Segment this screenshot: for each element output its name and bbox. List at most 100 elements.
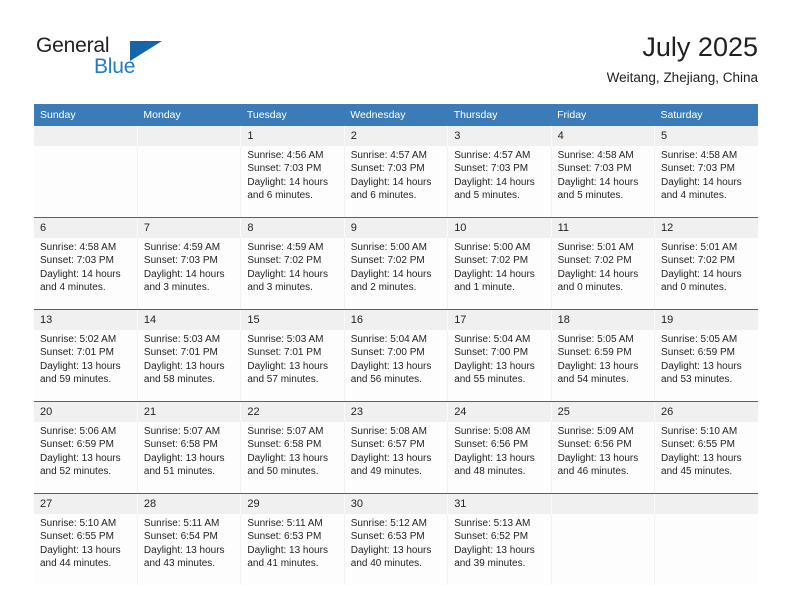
daylight-text-cont: and 57 minutes. — [247, 374, 319, 386]
weekday-header-friday: Friday — [551, 104, 655, 126]
day-cell[interactable]: Sunrise: 4:58 AM Sunset: 7:03 PM Dayligh… — [550, 146, 655, 217]
day-number[interactable]: 27 — [34, 494, 138, 514]
day-number[interactable]: 13 — [34, 310, 138, 330]
week-row-details: Sunrise: 5:02 AM Sunset: 7:01 PM Dayligh… — [34, 330, 758, 401]
day-cell[interactable]: Sunrise: 5:11 AM Sunset: 6:53 PM Dayligh… — [240, 514, 345, 585]
day-number[interactable]: 26 — [654, 402, 758, 422]
day-cell[interactable]: Sunrise: 5:12 AM Sunset: 6:53 PM Dayligh… — [343, 514, 448, 585]
day-number[interactable]: 17 — [447, 310, 552, 330]
day-number[interactable]: 22 — [240, 402, 345, 422]
day-cell[interactable]: Sunrise: 5:06 AM Sunset: 6:59 PM Dayligh… — [34, 422, 138, 493]
day-cell[interactable]: Sunrise: 5:03 AM Sunset: 7:01 PM Dayligh… — [240, 330, 345, 401]
day-number[interactable]: 10 — [447, 218, 552, 238]
day-cell[interactable] — [136, 146, 241, 217]
day-cell[interactable]: Sunrise: 5:00 AM Sunset: 7:02 PM Dayligh… — [343, 238, 448, 309]
sunrise-text: Sunrise: 5:09 AM — [557, 426, 634, 437]
day-number[interactable]: 18 — [550, 310, 655, 330]
day-number[interactable] — [34, 126, 138, 146]
day-number[interactable]: 6 — [34, 218, 138, 238]
day-cell[interactable]: Sunrise: 5:08 AM Sunset: 6:57 PM Dayligh… — [343, 422, 448, 493]
sunrise-text: Sunrise: 5:06 AM — [40, 426, 117, 437]
day-cell[interactable]: Sunrise: 5:09 AM Sunset: 6:56 PM Dayligh… — [550, 422, 655, 493]
day-cell[interactable]: Sunrise: 5:07 AM Sunset: 6:58 PM Dayligh… — [136, 422, 241, 493]
sunset-text: Sunset: 7:03 PM — [40, 255, 114, 267]
day-cell[interactable]: Sunrise: 5:05 AM Sunset: 6:59 PM Dayligh… — [550, 330, 655, 401]
sunset-text: Sunset: 7:02 PM — [557, 255, 632, 267]
day-cell[interactable]: Sunrise: 5:01 AM Sunset: 7:02 PM Dayligh… — [654, 238, 758, 309]
day-number[interactable]: 28 — [136, 494, 241, 514]
daylight-text: Daylight: 13 hours — [557, 452, 639, 464]
day-number[interactable]: 30 — [343, 494, 448, 514]
day-cell[interactable] — [654, 514, 758, 585]
day-number[interactable] — [654, 494, 758, 514]
day-cell[interactable]: Sunrise: 5:05 AM Sunset: 6:59 PM Dayligh… — [654, 330, 758, 401]
daylight-text-cont: and 44 minutes. — [40, 558, 112, 570]
day-number[interactable]: 16 — [343, 310, 448, 330]
daylight-text: Daylight: 13 hours — [661, 360, 742, 372]
day-cell[interactable]: Sunrise: 5:11 AM Sunset: 6:54 PM Dayligh… — [136, 514, 241, 585]
day-number[interactable]: 7 — [136, 218, 241, 238]
day-number[interactable]: 14 — [136, 310, 241, 330]
day-number[interactable]: 21 — [136, 402, 241, 422]
day-number[interactable]: 15 — [240, 310, 345, 330]
day-number[interactable] — [550, 494, 655, 514]
week-row-daynums: 6 7 8 9 10 11 12 — [34, 218, 758, 238]
sunset-text: Sunset: 6:57 PM — [350, 439, 425, 451]
day-cell[interactable]: Sunrise: 5:03 AM Sunset: 7:01 PM Dayligh… — [136, 330, 241, 401]
day-number[interactable]: 12 — [654, 218, 758, 238]
sunrise-text: Sunrise: 5:13 AM — [454, 518, 531, 529]
day-cell[interactable]: Sunrise: 5:10 AM Sunset: 6:55 PM Dayligh… — [34, 514, 138, 585]
calendar-header-row: Sunday Monday Tuesday Wednesday Thursday… — [34, 104, 758, 126]
day-cell[interactable]: Sunrise: 4:57 AM Sunset: 7:03 PM Dayligh… — [343, 146, 448, 217]
daylight-text: Daylight: 13 hours — [454, 360, 535, 372]
daylight-text: Daylight: 14 hours — [557, 176, 639, 188]
sunset-text: Sunset: 6:59 PM — [661, 347, 735, 359]
day-number[interactable]: 5 — [654, 126, 758, 146]
day-cell[interactable]: Sunrise: 5:07 AM Sunset: 6:58 PM Dayligh… — [240, 422, 345, 493]
day-number[interactable]: 1 — [240, 126, 345, 146]
sunset-text: Sunset: 6:53 PM — [247, 531, 322, 543]
day-cell[interactable]: Sunrise: 4:58 AM Sunset: 7:03 PM Dayligh… — [654, 146, 758, 217]
day-cell[interactable]: Sunrise: 4:56 AM Sunset: 7:03 PM Dayligh… — [240, 146, 345, 217]
day-number[interactable]: 19 — [654, 310, 758, 330]
day-number[interactable]: 8 — [240, 218, 345, 238]
day-cell[interactable]: Sunrise: 5:04 AM Sunset: 7:00 PM Dayligh… — [447, 330, 552, 401]
day-cell[interactable]: Sunrise: 4:57 AM Sunset: 7:03 PM Dayligh… — [447, 146, 552, 217]
daylight-text-cont: and 2 minutes. — [350, 282, 417, 294]
day-number[interactable]: 2 — [343, 126, 448, 146]
day-cell[interactable]: Sunrise: 5:01 AM Sunset: 7:02 PM Dayligh… — [550, 238, 655, 309]
day-cell[interactable] — [550, 514, 655, 585]
week-row-details: Sunrise: 5:06 AM Sunset: 6:59 PM Dayligh… — [34, 422, 758, 493]
day-cell[interactable]: Sunrise: 4:59 AM Sunset: 7:03 PM Dayligh… — [136, 238, 241, 309]
day-number[interactable]: 9 — [343, 218, 448, 238]
general-blue-logo[interactable]: General Blue — [34, 34, 224, 90]
day-cell[interactable]: Sunrise: 5:00 AM Sunset: 7:02 PM Dayligh… — [447, 238, 552, 309]
day-cell[interactable]: Sunrise: 5:02 AM Sunset: 7:01 PM Dayligh… — [34, 330, 138, 401]
day-number[interactable]: 31 — [447, 494, 552, 514]
sunrise-text: Sunrise: 5:04 AM — [350, 334, 427, 345]
daylight-text-cont: and 45 minutes. — [661, 466, 733, 478]
day-number[interactable]: 24 — [447, 402, 552, 422]
day-cell[interactable]: Sunrise: 5:10 AM Sunset: 6:55 PM Dayligh… — [654, 422, 758, 493]
sunset-text: Sunset: 6:59 PM — [557, 347, 632, 359]
calendar-table: Sunday Monday Tuesday Wednesday Thursday… — [34, 104, 758, 585]
day-number[interactable]: 23 — [343, 402, 448, 422]
day-cell[interactable] — [34, 146, 138, 217]
day-cell[interactable]: Sunrise: 5:08 AM Sunset: 6:56 PM Dayligh… — [447, 422, 552, 493]
day-cell[interactable]: Sunrise: 5:13 AM Sunset: 6:52 PM Dayligh… — [447, 514, 552, 585]
day-number[interactable]: 4 — [550, 126, 655, 146]
sunrise-text: Sunrise: 5:05 AM — [661, 334, 738, 345]
sunset-text: Sunset: 7:01 PM — [247, 347, 322, 359]
sunset-text: Sunset: 6:56 PM — [454, 439, 529, 451]
day-cell[interactable]: Sunrise: 4:59 AM Sunset: 7:02 PM Dayligh… — [240, 238, 345, 309]
day-number[interactable]: 3 — [447, 126, 552, 146]
day-number[interactable]: 25 — [550, 402, 655, 422]
day-number[interactable] — [136, 126, 241, 146]
sunrise-text: Sunrise: 5:00 AM — [350, 242, 427, 253]
day-number[interactable]: 11 — [550, 218, 655, 238]
day-number[interactable]: 29 — [240, 494, 345, 514]
weekday-header-tuesday: Tuesday — [240, 104, 345, 126]
day-cell[interactable]: Sunrise: 5:04 AM Sunset: 7:00 PM Dayligh… — [343, 330, 448, 401]
day-number[interactable]: 20 — [34, 402, 138, 422]
day-cell[interactable]: Sunrise: 4:58 AM Sunset: 7:03 PM Dayligh… — [34, 238, 138, 309]
